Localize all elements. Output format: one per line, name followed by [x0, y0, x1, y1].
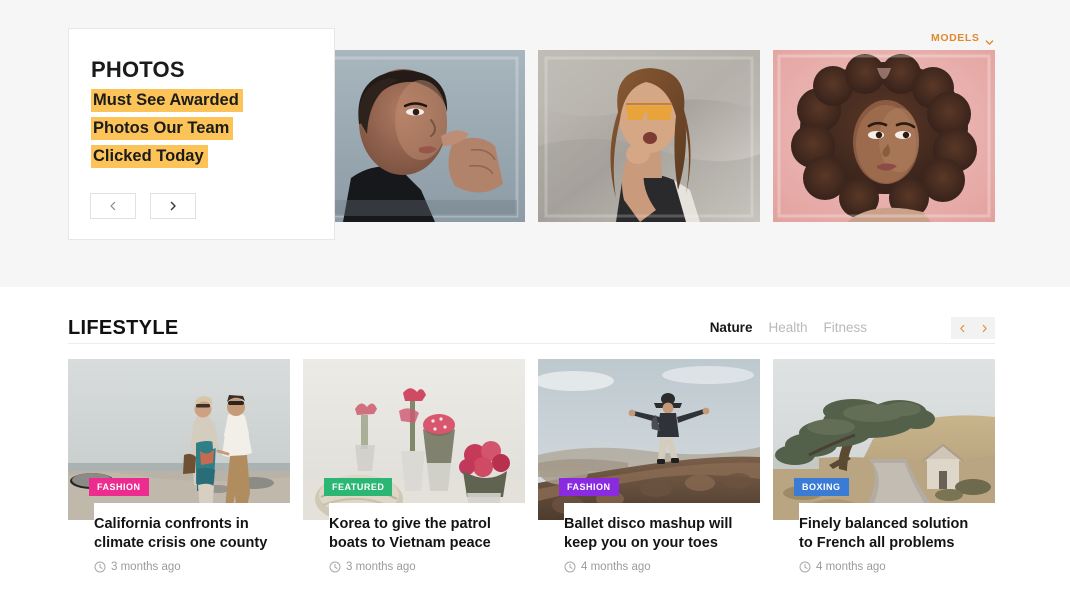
tab-fitness[interactable]: Fitness	[823, 320, 867, 335]
photos-kicker: PHOTOS	[91, 57, 185, 82]
card-timestamp: 3 months ago	[346, 560, 416, 573]
card-body-3: Ballet disco mashup will keep you on you…	[564, 503, 760, 581]
status-badge: BOXING	[794, 478, 849, 496]
chevron-right-icon	[169, 201, 177, 211]
models-dropdown[interactable]: MODELS	[925, 28, 1000, 48]
card-timestamp: 3 months ago	[111, 560, 181, 573]
clock-icon	[564, 561, 576, 573]
photos-intro-panel: PHOTOS Must See Awarded Photos Our Team …	[68, 28, 335, 240]
photos-carousel-nav	[90, 193, 196, 219]
list-item[interactable]: FASHION California confronts in climate …	[68, 359, 290, 581]
photos-next-button[interactable]	[150, 193, 196, 219]
card-timestamp: 4 months ago	[816, 560, 886, 573]
status-badge: FASHION	[559, 478, 619, 496]
card-title[interactable]: California confronts in climate crisis o…	[94, 515, 280, 553]
chevron-left-icon	[959, 324, 964, 332]
photo-3-image	[773, 50, 995, 222]
photo-thumbnail-1[interactable]	[303, 50, 525, 222]
photo-2-image	[538, 50, 760, 222]
photos-hero-section: MODELS PHOTOS Must See Awarded Photos Ou…	[0, 0, 1070, 287]
headline-line-2: Photos Our Team	[91, 117, 234, 141]
chevron-left-icon	[109, 201, 117, 211]
card-body-4: Finely balanced solution to French all p…	[799, 503, 995, 581]
card-meta: 4 months ago	[799, 561, 985, 573]
tab-nature[interactable]: Nature	[710, 320, 753, 335]
card-title[interactable]: Ballet disco mashup will keep you on you…	[564, 515, 750, 553]
card-meta: 3 months ago	[94, 561, 280, 573]
photo-thumbnail-2[interactable]	[538, 50, 760, 222]
photos-prev-button[interactable]	[90, 193, 136, 219]
list-item[interactable]: FEATURED Korea to give the patrol boats …	[303, 359, 525, 581]
lifestyle-section: LIFESTYLE Nature Health Fitness FASHION …	[0, 287, 1070, 613]
lifestyle-section-header: LIFESTYLE Nature Health Fitness	[68, 317, 995, 349]
chevron-down-icon	[985, 34, 994, 45]
card-meta: 4 months ago	[564, 561, 750, 573]
lifestyle-prev-button[interactable]	[959, 324, 966, 333]
page-title: LIFESTYLE	[68, 317, 191, 340]
headline-line-3: Clicked Today	[91, 145, 208, 169]
lifestyle-next-button[interactable]	[981, 324, 988, 333]
card-title[interactable]: Korea to give the patrol boats to Vietna…	[329, 515, 515, 553]
headline-line-1: Must See Awarded	[91, 89, 243, 113]
status-badge: FASHION	[89, 478, 149, 496]
clock-icon	[329, 561, 341, 573]
tab-health[interactable]: Health	[768, 320, 807, 335]
section-divider	[68, 343, 995, 344]
list-item[interactable]: BOXING Finely balanced solution to Frenc…	[773, 359, 995, 581]
card-body-2: Korea to give the patrol boats to Vietna…	[329, 503, 525, 581]
clock-icon	[799, 561, 811, 573]
photo-thumbnail-3[interactable]	[773, 50, 995, 222]
lifestyle-carousel-nav	[951, 317, 995, 339]
lifestyle-card-grid: FASHION California confronts in climate …	[68, 359, 995, 581]
status-badge: FEATURED	[324, 478, 393, 496]
list-item[interactable]: FASHION Ballet disco mashup will keep yo…	[538, 359, 760, 581]
card-meta: 3 months ago	[329, 561, 515, 573]
lifestyle-tabs: Nature Health Fitness	[699, 320, 927, 335]
chevron-right-icon	[982, 324, 987, 332]
card-title[interactable]: Finely balanced solution to French all p…	[799, 515, 985, 553]
photo-1-image	[303, 50, 525, 222]
card-body-1: California confronts in climate crisis o…	[94, 503, 290, 581]
models-dropdown-label: MODELS	[931, 32, 980, 44]
card-timestamp: 4 months ago	[581, 560, 651, 573]
clock-icon	[94, 561, 106, 573]
photos-headline: Must See Awarded Photos Our Team Clicked…	[91, 89, 321, 173]
